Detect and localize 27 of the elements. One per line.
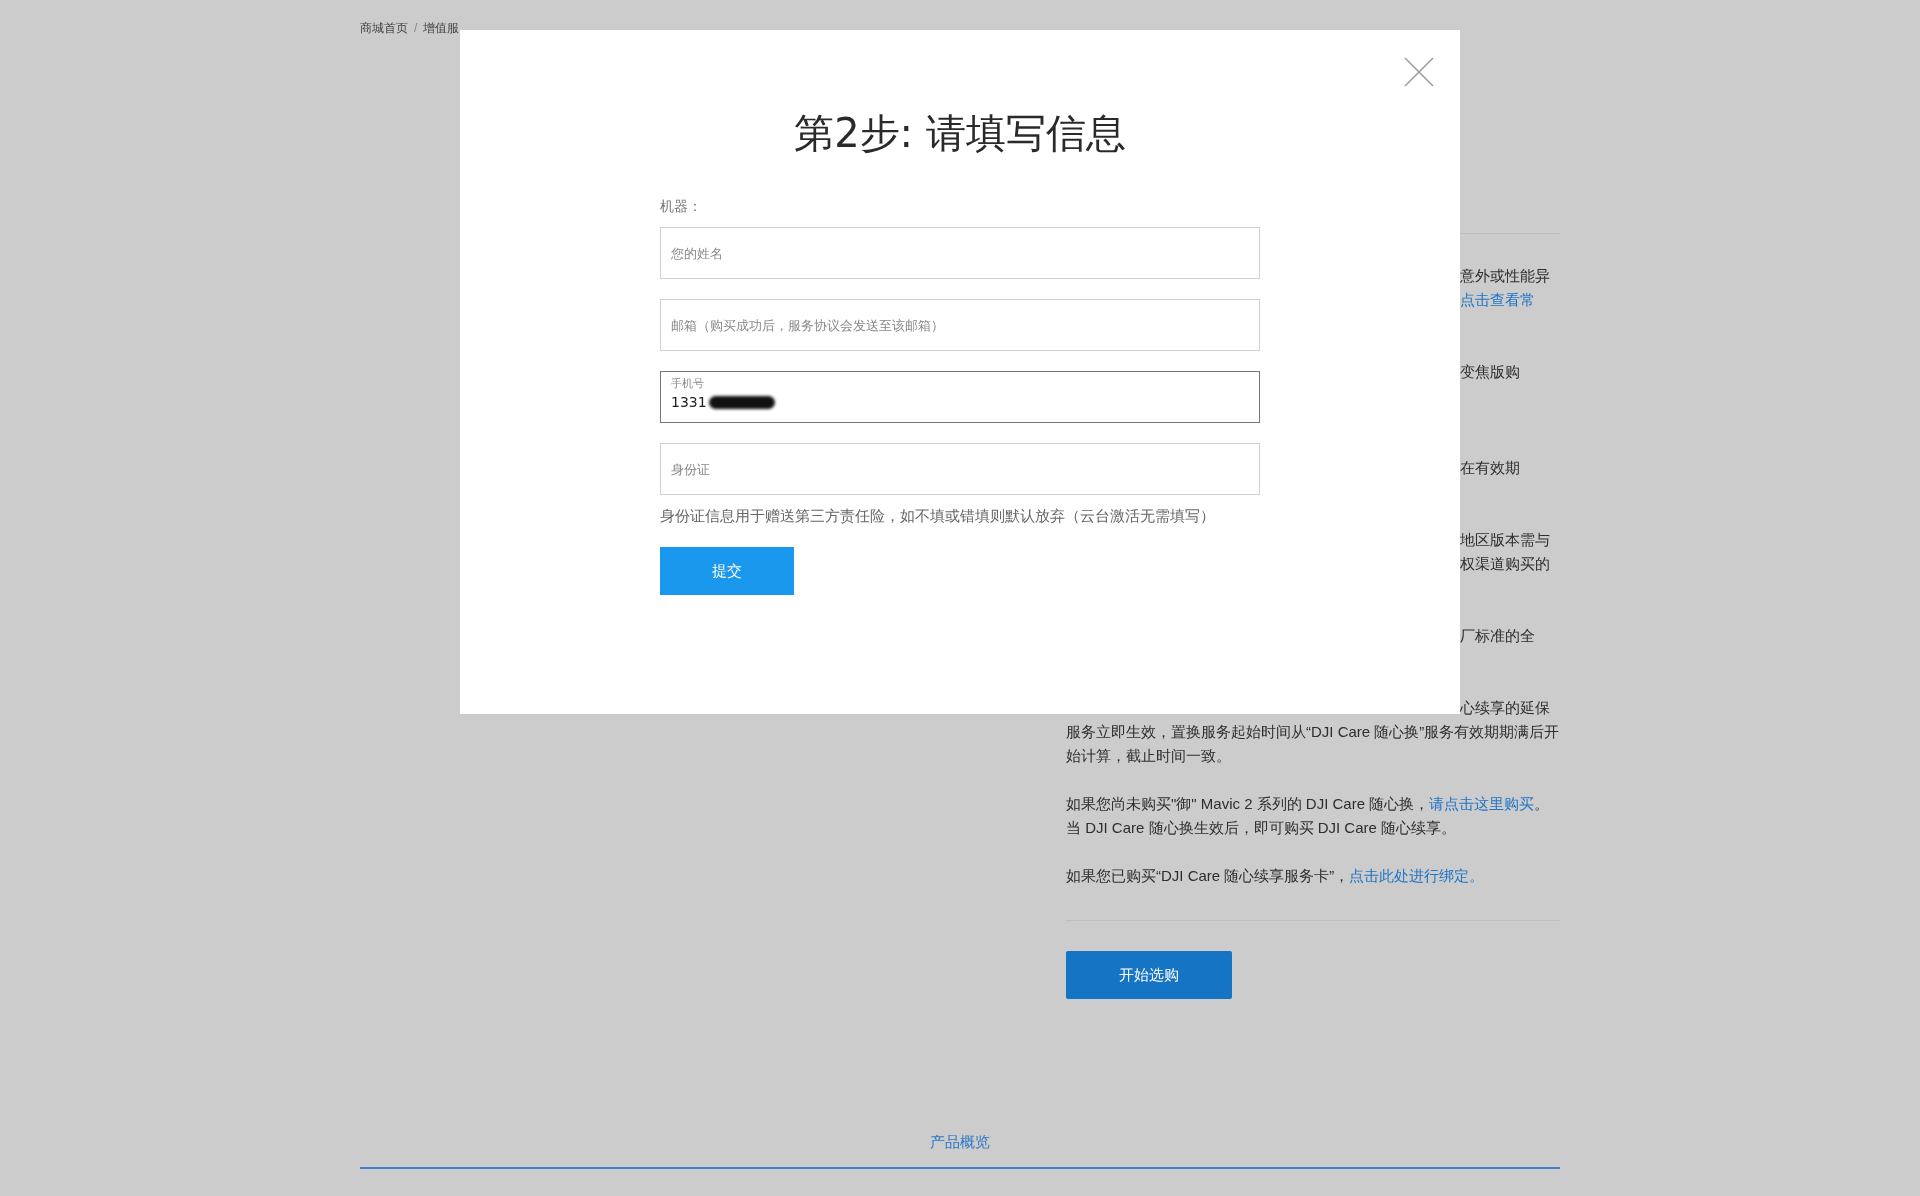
description-text: 如果您尚未购买"御" Mavic 2 系列的 DJI Care 随心换，请点击这里购买。当 DJI Care 随心换生效后，即可购买 DJI Care 随心续享。 xyxy=(1066,794,1551,838)
breadcrumb-link[interactable]: 商城首页 xyxy=(360,20,408,36)
description-text: 如果您已购买“DJI Care 随心续享服务卡”，点击此处进行绑定。 xyxy=(1066,866,1486,886)
product-overview-tab[interactable]: 产品概览 xyxy=(930,1133,990,1150)
dialog-title: 第2步: 请填写信息 xyxy=(793,109,1127,158)
description-text: 厂标准的全 xyxy=(1460,627,1535,644)
inline-link[interactable]: 点击此处进行绑定。 xyxy=(1349,867,1485,884)
description-text: 权渠道购买的 xyxy=(1460,555,1550,572)
description-text: 变焦版购 xyxy=(1460,363,1520,380)
description-text: 服务立即生效，置换服务起始时间从“DJI Care 随心换”服务有效期期满后开始计算，截止时间一致。 xyxy=(1066,722,1560,766)
input-field[interactable]: 身份证 xyxy=(660,443,1260,495)
field-label: 机器： xyxy=(660,197,703,216)
description-text: 心续享的延保 xyxy=(1460,699,1550,716)
input-field[interactable]: 邮箱（购买成功后，服务协议会发送至该邮箱） xyxy=(660,299,1260,351)
breadcrumb-link[interactable]: 增值服 xyxy=(423,20,460,36)
faq-link[interactable]: 点击查看常 xyxy=(1460,291,1535,308)
description-text: 在有效期 xyxy=(1460,459,1520,476)
input-field[interactable]: 手机号 1331 xyxy=(660,371,1260,423)
start-purchase-button[interactable]: 开始选购 xyxy=(1066,951,1232,999)
description-text: 意外或性能异 xyxy=(1460,267,1550,284)
breadcrumb-separator: / xyxy=(414,20,418,36)
description-text: 地区版本需与 xyxy=(1460,531,1550,548)
submit-button[interactable]: 提交 xyxy=(660,547,794,595)
close-icon[interactable] xyxy=(1404,57,1434,87)
hint-text: 身份证信息用于赠送第三方责任险，如不填或错填则默认放弃（云台激活无需填写） xyxy=(660,506,1216,527)
inline-link[interactable]: 请点击这里购买 xyxy=(1429,795,1535,812)
input-field[interactable]: 您的姓名 xyxy=(660,227,1260,279)
